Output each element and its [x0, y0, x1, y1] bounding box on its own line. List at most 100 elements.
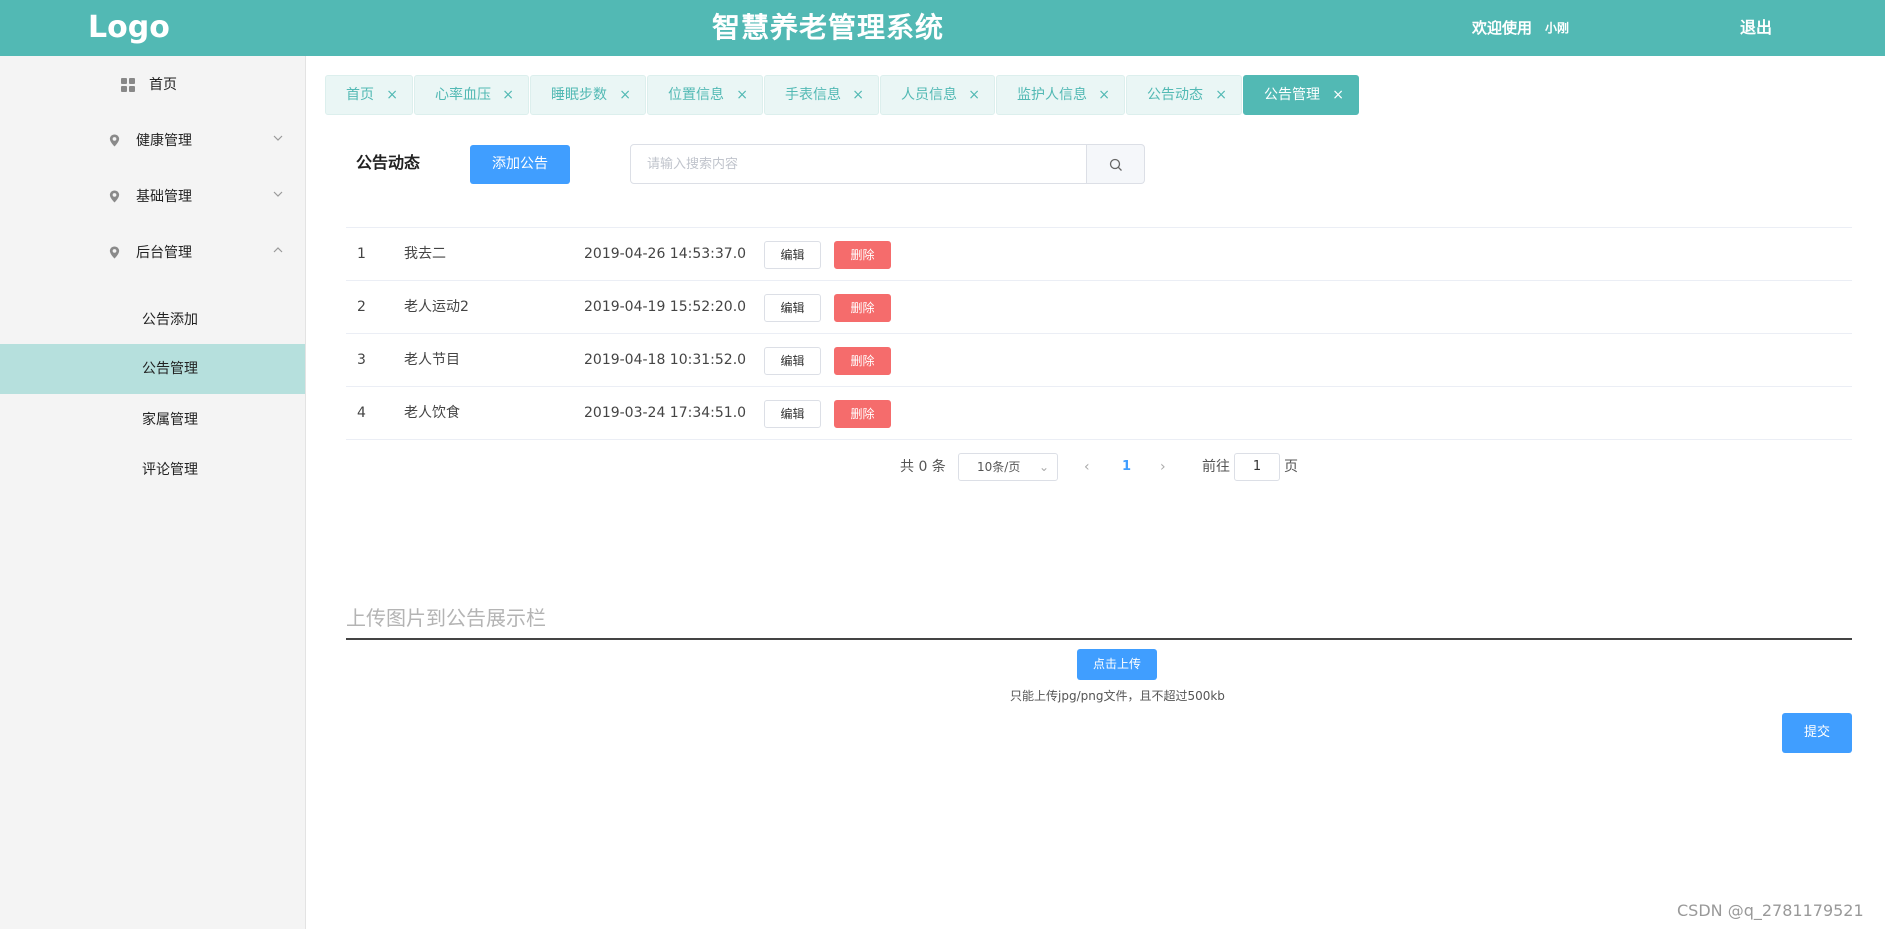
notice-table: 1 我去二 2019-04-26 14:53:37.0 编辑 删除 2 老人运动…	[346, 227, 1852, 440]
tab-label: 位置信息	[668, 87, 724, 103]
sidebar-item-label: 首页	[149, 77, 177, 93]
close-icon[interactable]: ×	[968, 76, 980, 114]
tab-label: 监护人信息	[1017, 87, 1087, 103]
row-title: 老人饮食	[404, 405, 460, 421]
sidebar-subitem-comment-manage[interactable]: 评论管理	[0, 445, 305, 495]
upload-tip: 只能上传jpg/png文件，且不超过500kb	[1010, 689, 1225, 703]
logo: Logo	[88, 10, 170, 45]
sidebar-item-health[interactable]: 健康管理	[0, 116, 305, 166]
row-index: 4	[357, 405, 366, 421]
edit-button[interactable]: 编辑	[764, 400, 821, 428]
close-icon[interactable]: ×	[619, 76, 631, 114]
sidebar-item-backend[interactable]: 后台管理	[0, 228, 305, 278]
tab-label: 人员信息	[901, 87, 957, 103]
delete-button[interactable]: 删除	[834, 294, 891, 322]
table-row: 1 我去二 2019-04-26 14:53:37.0 编辑 删除	[346, 228, 1852, 281]
add-notice-button[interactable]: 添加公告	[470, 145, 570, 184]
tab-notice-feed[interactable]: 公告动态 ×	[1126, 75, 1242, 115]
location-pin-icon	[109, 134, 120, 147]
upload-button[interactable]: 点击上传	[1077, 649, 1157, 680]
row-time: 2019-04-26 14:53:37.0	[584, 246, 747, 262]
pagination-total: 共 0 条	[900, 459, 946, 475]
goto-page-input[interactable]: 1	[1234, 453, 1280, 481]
tab-watch-info[interactable]: 手表信息 ×	[764, 75, 879, 115]
close-icon[interactable]: ×	[502, 76, 514, 114]
tab-sleep-steps[interactable]: 睡眠步数 ×	[530, 75, 646, 115]
app-title: 智慧养老管理系统	[712, 11, 945, 44]
sidebar-item-basic[interactable]: 基础管理	[0, 172, 305, 222]
table-row: 4 老人饮食 2019-03-24 17:34:51.0 编辑 删除	[346, 387, 1852, 440]
sidebar-subitem-notice-manage[interactable]: 公告管理	[0, 344, 305, 394]
tab-label: 睡眠步数	[551, 87, 607, 103]
row-index: 3	[357, 352, 366, 368]
chevron-up-icon	[273, 247, 283, 253]
username: 小刚	[1545, 21, 1570, 35]
logout-button[interactable]: 退出	[1740, 16, 1772, 40]
location-pin-icon	[109, 190, 120, 203]
edit-button[interactable]: 编辑	[764, 294, 821, 322]
tab-guardian-info[interactable]: 监护人信息 ×	[996, 75, 1125, 115]
search-input[interactable]	[630, 144, 1087, 184]
edit-button[interactable]: 编辑	[764, 347, 821, 375]
upload-section-title: 上传图片到公告展示栏	[346, 606, 546, 630]
sidebar-subitem-notice-add[interactable]: 公告添加	[0, 295, 305, 345]
goto-label: 前往	[1202, 459, 1230, 475]
tab-heart-rate[interactable]: 心率血压 ×	[414, 75, 529, 115]
close-icon[interactable]: ×	[736, 76, 748, 114]
row-title: 我去二	[404, 246, 446, 262]
sidebar-item-label: 基础管理	[136, 189, 192, 205]
row-title: 老人运动2	[404, 299, 469, 315]
tab-notice-manage[interactable]: 公告管理 ×	[1243, 75, 1359, 115]
row-time: 2019-04-19 15:52:20.0	[584, 299, 747, 315]
sidebar-item-label: 后台管理	[136, 245, 192, 261]
chevron-down-icon	[273, 135, 283, 141]
close-icon[interactable]: ×	[1215, 76, 1227, 114]
tab-label: 公告动态	[1147, 87, 1203, 103]
row-index: 2	[357, 299, 366, 315]
chevron-down-icon	[273, 191, 283, 197]
prev-page-icon[interactable]: ‹	[1084, 453, 1090, 481]
row-title: 老人节目	[404, 352, 460, 368]
search-button[interactable]	[1087, 144, 1145, 184]
delete-button[interactable]: 删除	[834, 347, 891, 375]
close-icon[interactable]: ×	[1098, 76, 1110, 114]
tab-label: 心率血压	[435, 87, 491, 103]
welcome-text: 欢迎使用	[1472, 19, 1533, 37]
close-icon[interactable]: ×	[1332, 76, 1344, 114]
sidebar-subitem-label: 公告添加	[142, 312, 198, 328]
row-index: 1	[357, 246, 366, 262]
row-time: 2019-04-18 10:31:52.0	[584, 352, 747, 368]
next-page-icon[interactable]: ›	[1160, 453, 1166, 481]
close-icon[interactable]: ×	[386, 76, 398, 114]
tab-location[interactable]: 位置信息 ×	[647, 75, 763, 115]
close-icon[interactable]: ×	[852, 76, 864, 114]
sidebar-subitem-label: 评论管理	[142, 462, 198, 478]
delete-button[interactable]: 删除	[834, 241, 891, 269]
search-icon	[1109, 158, 1122, 171]
delete-button[interactable]: 删除	[834, 400, 891, 428]
tab-label: 首页	[346, 87, 374, 103]
tab-label: 公告管理	[1264, 87, 1320, 103]
row-time: 2019-03-24 17:34:51.0	[584, 405, 747, 421]
tab-home[interactable]: 首页 ×	[325, 75, 413, 115]
sidebar-subitem-family-manage[interactable]: 家属管理	[0, 395, 305, 445]
page-suffix: 页	[1284, 459, 1298, 475]
sidebar-item-home[interactable]: 首页	[0, 60, 305, 110]
table-row: 2 老人运动2 2019-04-19 15:52:20.0 编辑 删除	[346, 281, 1852, 334]
sidebar-subitem-label: 家属管理	[142, 412, 198, 428]
table-row: 3 老人节目 2019-04-18 10:31:52.0 编辑 删除	[346, 334, 1852, 387]
submit-button[interactable]: 提交	[1782, 713, 1852, 753]
current-page[interactable]: 1	[1122, 453, 1131, 481]
chevron-down-icon: ⌄	[1038, 460, 1049, 474]
page-size-select[interactable]: 10条/页 ⌄	[958, 453, 1058, 481]
edit-button[interactable]: 编辑	[764, 241, 821, 269]
top-bar: Logo 智慧养老管理系统 欢迎使用 小刚 退出	[0, 0, 1885, 56]
page-size-value: 10条/页	[977, 460, 1021, 474]
sidebar-item-label: 健康管理	[136, 133, 192, 149]
section-title: 公告动态	[356, 153, 421, 172]
location-pin-icon	[109, 246, 120, 259]
sidebar-subitem-label: 公告管理	[142, 361, 198, 377]
watermark: CSDN @q_2781179521	[1677, 901, 1864, 920]
tab-person-info[interactable]: 人员信息 ×	[880, 75, 995, 115]
grid-icon	[121, 78, 135, 92]
